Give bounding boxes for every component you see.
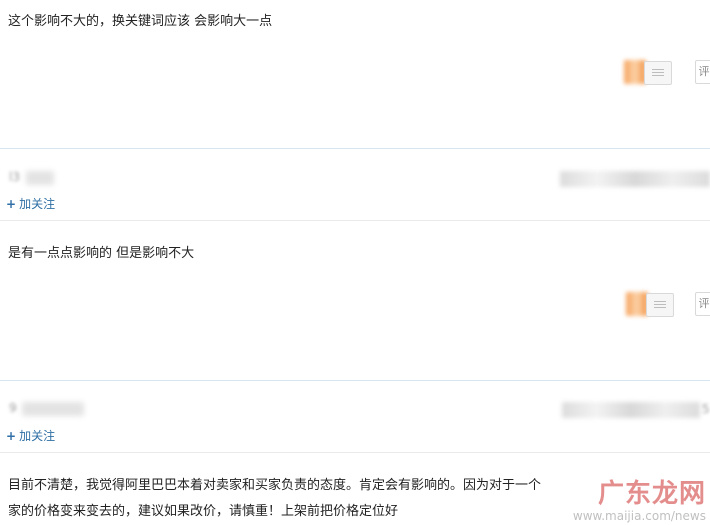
watermark-url: www.maijia.com/news [570, 509, 708, 523]
user-divider [0, 220, 710, 221]
answer-3-follow-button[interactable]: + 加关注 [6, 427, 55, 444]
answer-1-vote[interactable] [624, 60, 676, 85]
vote-count[interactable] [644, 61, 672, 85]
answer-2-comment-button[interactable]: 评 [695, 292, 710, 316]
answer-2-date [560, 171, 710, 187]
answer-2-user-line: l3 [0, 170, 710, 188]
user-divider [0, 452, 710, 453]
answer-divider [0, 380, 710, 381]
plus-icon: + [6, 429, 17, 443]
answer-3-user-line: 9 5 [0, 401, 710, 419]
plus-icon: + [6, 197, 17, 211]
answer-2-vote[interactable] [626, 292, 678, 317]
answer-3-text-line-1: 目前不清楚，我觉得阿里巴巴本着对卖家和买家负责的态度。肯定会有影响的。因为对于一… [8, 478, 542, 493]
answer-divider [0, 148, 710, 149]
answer-2-text: 是有一点点影响的 但是影响不大 [8, 246, 195, 261]
voter-avatar [626, 292, 648, 316]
answer-1-comment-button[interactable]: 评 [695, 60, 710, 84]
site-watermark: 广东龙网 www.maijia.com/news [560, 473, 710, 525]
answer-1-text: 这个影响不大的，换关键词应该 会影响大一点 [8, 14, 273, 29]
answer-3-date-tail: 5 [702, 402, 710, 416]
vote-count[interactable] [646, 293, 674, 317]
answer-3-date [562, 402, 700, 418]
voter-avatar [624, 60, 646, 84]
watermark-logo: 广东龙网 [597, 479, 706, 509]
answer-2-follow-button[interactable]: + 加关注 [6, 195, 55, 212]
answer-3-username[interactable]: 9 [6, 401, 86, 417]
answer-2-username[interactable]: l3 [6, 170, 56, 186]
answer-3-text-line-2: 家的价格变来变去的，建议如果改价，请慎重！上架前把价格定位好 [8, 504, 399, 519]
